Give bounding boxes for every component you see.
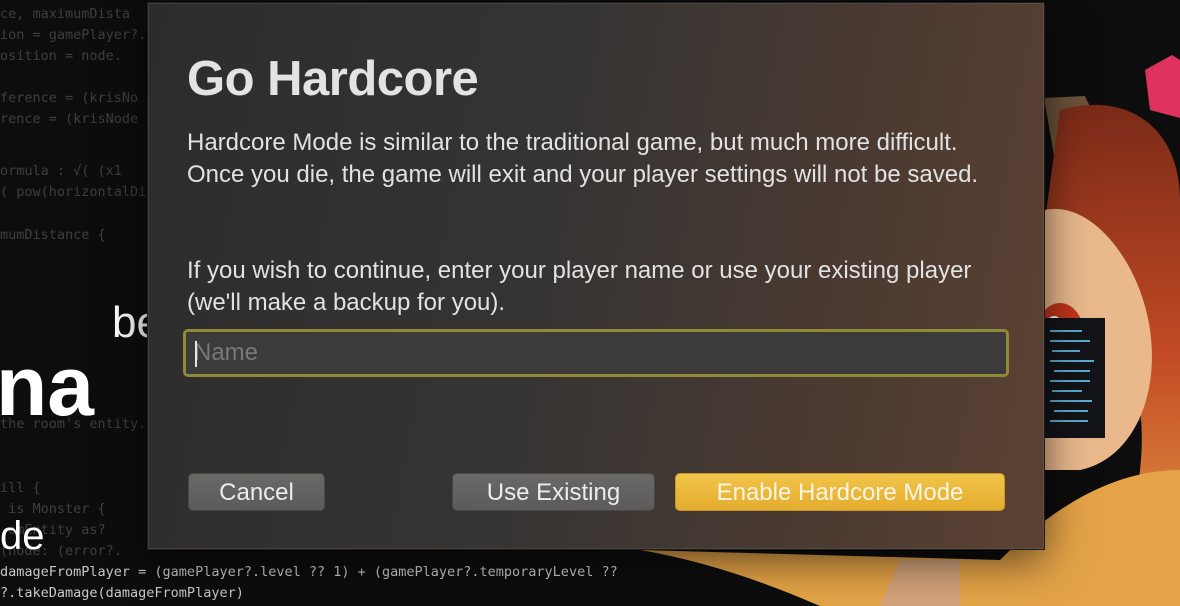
enable-hardcore-button[interactable]: Enable Hardcore Mode xyxy=(675,473,1005,511)
player-name-input[interactable] xyxy=(186,332,1006,374)
player-name-field[interactable] xyxy=(183,329,1009,377)
dialog-instructions: If you wish to continue, enter your play… xyxy=(187,257,972,316)
cancel-button[interactable]: Cancel xyxy=(188,473,325,511)
dialog-description: Hardcore Mode is similar to the traditio… xyxy=(187,129,979,188)
hardcore-dialog: Go Hardcore Hardcore Mode is similar to … xyxy=(147,2,1045,550)
text-caret xyxy=(195,341,197,367)
use-existing-button[interactable]: Use Existing xyxy=(452,473,655,511)
dialog-title: Go Hardcore xyxy=(187,52,479,106)
